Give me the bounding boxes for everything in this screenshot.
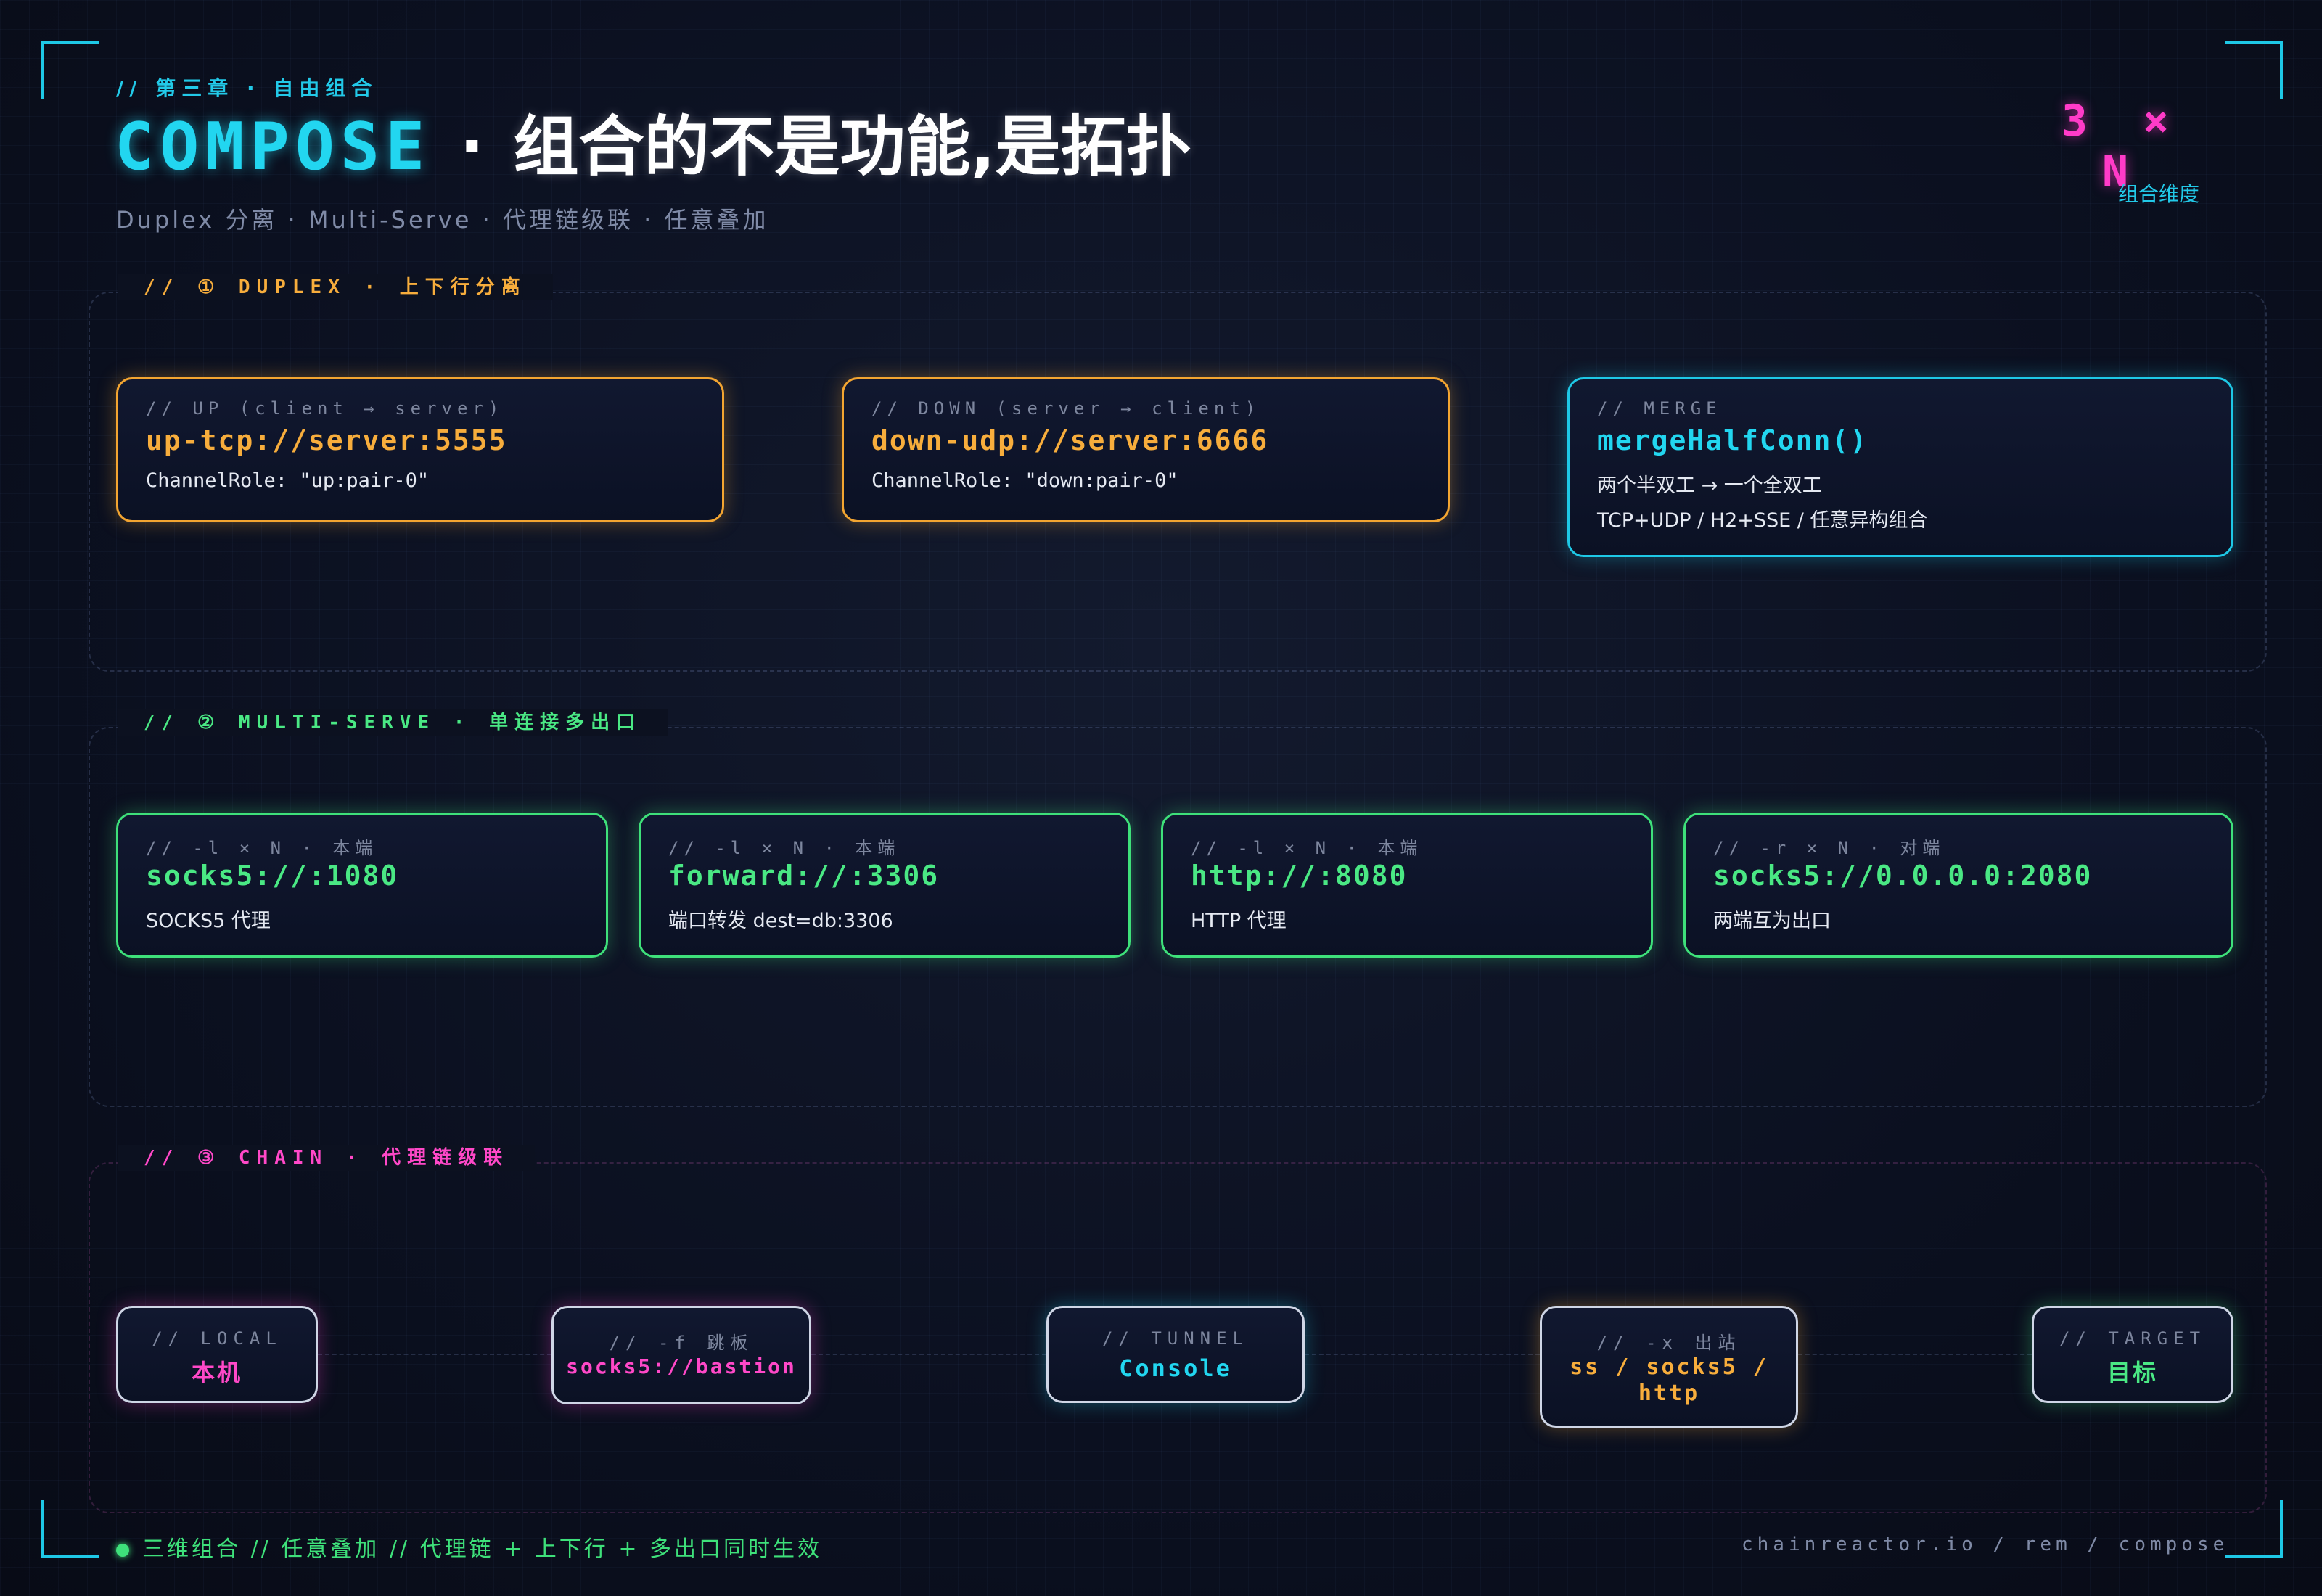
title-separator: ·	[459, 109, 485, 185]
page-title: COMPOSE · 组合的不是功能,是拓扑	[115, 107, 1191, 187]
card-detail: 两个半双工 → 一个全双工	[1597, 474, 1822, 497]
chain-link-3	[1305, 1354, 1540, 1355]
footer-summary-text: 三维组合 // 任意叠加 // 代理链 + 上下行 + 多出口同时生效	[142, 1537, 822, 1562]
card-caption: // UP (client → server)	[146, 398, 504, 419]
node-caption: // TUNNEL	[1101, 1328, 1250, 1349]
card-caption: // -l × N · 本端	[668, 838, 901, 858]
page-subtitle: Duplex 分离 · Multi-Serve · 代理链级联 · 任意叠加	[116, 206, 769, 234]
card-caption: // -r × N · 对端	[1713, 838, 1945, 858]
card-detail: ChannelRole: "down:pair-0"	[871, 469, 1178, 492]
card-endpoint: socks5://:1080	[146, 860, 399, 892]
section-chain-title: // ③ CHAIN · 代理链级联	[118, 1145, 536, 1171]
chain-link-1	[318, 1354, 551, 1355]
corner-bracket-bottom-left	[41, 1500, 99, 1558]
card-endpoint: up-tcp://server:5555	[146, 424, 507, 456]
card-duplex-up: // UP (client → server) up-tcp://server:…	[116, 377, 724, 522]
node-label: 目标	[2106, 1359, 2158, 1386]
chain-link-2	[811, 1354, 1046, 1355]
card-caption: // -l × N · 本端	[146, 838, 378, 858]
card-serve-forward: // -l × N · 本端 forward://:3306 端口转发 dest…	[639, 813, 1131, 958]
card-serve-socks5: // -l × N · 本端 socks5://:1080 SOCKS5 代理	[116, 813, 608, 958]
node-caption: // LOCAL	[152, 1328, 282, 1349]
card-serve-http: // -l × N · 本端 http://:8080 HTTP 代理	[1161, 813, 1653, 958]
chain-node-bastion: // -f 跳板 socks5://bastion	[551, 1306, 811, 1404]
node-caption: // -x 出站	[1596, 1333, 1742, 1353]
title-chinese: 组合的不是功能,是拓扑	[513, 109, 1191, 185]
footer-summary: 三维组合 // 任意叠加 // 代理链 + 上下行 + 多出口同时生效	[116, 1531, 822, 1563]
dimension-label: 组合维度	[2117, 182, 2199, 206]
card-endpoint: down-udp://server:6666	[871, 424, 1269, 456]
card-endpoint: mergeHalfConn()	[1597, 424, 1868, 456]
card-detail: SOCKS5 代理	[146, 910, 271, 932]
card-endpoint: forward://:3306	[668, 860, 940, 892]
card-duplex-merge: // MERGE mergeHalfConn() 两个半双工 → 一个全双工 T…	[1567, 377, 2233, 557]
node-label: ss / socks5 / http	[1570, 1354, 1768, 1406]
section-duplex-title: // ① DUPLEX · 上下行分离	[118, 274, 553, 300]
section-multi-serve-title: // ② MULTI-SERVE · 单连接多出口	[118, 709, 668, 736]
node-caption: // TARGET	[2059, 1328, 2207, 1349]
card-duplex-down: // DOWN (server → client) down-udp://ser…	[842, 377, 1450, 522]
card-endpoint: http://:8080	[1191, 860, 1408, 892]
chapter-label: // 第三章 · 自由组合	[116, 76, 378, 100]
footer-path: chainreactor.io / rem / compose	[1742, 1534, 2229, 1555]
corner-bracket-top-right	[2225, 41, 2283, 99]
title-english: COMPOSE	[115, 109, 431, 185]
card-caption: // -l × N · 本端	[1191, 838, 1423, 858]
node-caption: // -f 跳板	[609, 1333, 754, 1353]
status-dot-icon	[116, 1543, 129, 1557]
card-detail-secondary: TCP+UDP / H2+SSE / 任意异构组合	[1597, 509, 1928, 532]
chain-node-local: // LOCAL 本机	[116, 1306, 318, 1403]
chain-node-target: // TARGET 目标	[2032, 1306, 2233, 1403]
node-label: 本机	[191, 1359, 242, 1386]
card-detail: 端口转发 dest=db:3306	[668, 910, 893, 932]
card-detail: 两端互为出口	[1713, 910, 1831, 932]
node-label: socks5://bastion	[566, 1354, 797, 1378]
chain-node-tunnel: // TUNNEL Console	[1046, 1306, 1305, 1403]
card-detail: HTTP 代理	[1191, 910, 1287, 932]
card-detail: ChannelRole: "up:pair-0"	[146, 469, 430, 492]
chain-node-outbound: // -x 出站 ss / socks5 / http	[1540, 1306, 1798, 1428]
card-endpoint: socks5://0.0.0.0:2080	[1713, 860, 2093, 892]
card-serve-remote-socks5: // -r × N · 对端 socks5://0.0.0.0:2080 两端互…	[1683, 813, 2233, 958]
corner-bracket-top-left	[41, 41, 99, 99]
node-label: Console	[1119, 1354, 1232, 1382]
chain-link-4	[1798, 1354, 2032, 1355]
card-caption: // DOWN (server → client)	[871, 398, 1261, 419]
card-caption: // MERGE	[1597, 398, 1722, 419]
